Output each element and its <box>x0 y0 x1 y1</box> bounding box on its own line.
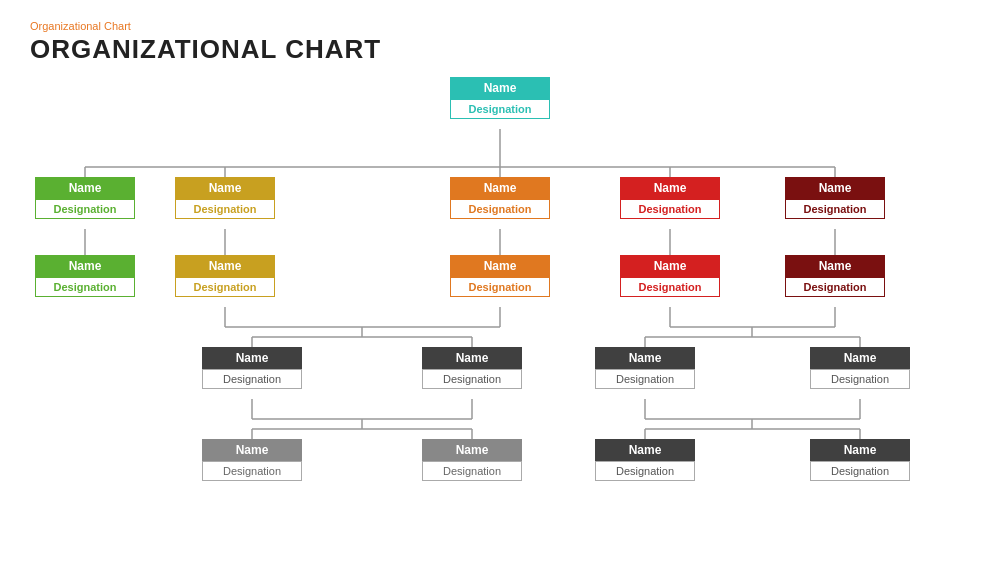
node-l3-dg3: Name Designation <box>595 347 695 389</box>
page-subtitle: Organizational Chart <box>30 20 970 32</box>
node-l1-green: Name Designation <box>35 177 135 219</box>
node-l2-orange-desig: Designation <box>450 277 550 297</box>
node-l4-lg4: Name Designation <box>810 439 910 481</box>
node-l4-lg1-name: Name <box>202 439 302 461</box>
node-l1-gold-desig: Designation <box>175 199 275 219</box>
node-l3-dg2: Name Designation <box>422 347 522 389</box>
node-l1-gold-name: Name <box>175 177 275 199</box>
node-l3-dg4-name: Name <box>810 347 910 369</box>
node-l3-dg1-name: Name <box>202 347 302 369</box>
node-l3-dg2-desig: Designation <box>422 369 522 389</box>
node-l2-gold: Name Designation <box>175 255 275 297</box>
page: Organizational Chart ORGANIZATIONAL CHAR… <box>0 0 1000 563</box>
node-l2-darkred: Name Designation <box>785 255 885 297</box>
node-l4-lg1: Name Designation <box>202 439 302 481</box>
node-l1-green-desig: Designation <box>35 199 135 219</box>
node-l1-orange-desig: Designation <box>450 199 550 219</box>
node-l1-red: Name Designation <box>620 177 720 219</box>
node-l4-lg2: Name Designation <box>422 439 522 481</box>
node-l3-dg2-name: Name <box>422 347 522 369</box>
org-chart: Name Designation Name Designation Name D… <box>30 77 970 537</box>
node-l3-dg3-name: Name <box>595 347 695 369</box>
node-l1-orange: Name Designation <box>450 177 550 219</box>
node-l4-lg4-desig: Designation <box>810 461 910 481</box>
node-l4-lg2-name: Name <box>422 439 522 461</box>
node-l1-red-desig: Designation <box>620 199 720 219</box>
node-l2-red-desig: Designation <box>620 277 720 297</box>
node-l1-green-name: Name <box>35 177 135 199</box>
node-l3-dg4-desig: Designation <box>810 369 910 389</box>
node-l2-green-desig: Designation <box>35 277 135 297</box>
node-l2-gold-desig: Designation <box>175 277 275 297</box>
node-l2-green: Name Designation <box>35 255 135 297</box>
node-l2-darkred-name: Name <box>785 255 885 277</box>
node-l2-red-name: Name <box>620 255 720 277</box>
node-root: Name Designation <box>450 77 550 119</box>
node-l2-red: Name Designation <box>620 255 720 297</box>
node-l2-darkred-desig: Designation <box>785 277 885 297</box>
node-root-designation: Designation <box>450 99 550 119</box>
node-l4-lg4-name: Name <box>810 439 910 461</box>
node-l4-lg3-desig: Designation <box>595 461 695 481</box>
node-l4-lg1-desig: Designation <box>202 461 302 481</box>
node-l2-orange-name: Name <box>450 255 550 277</box>
node-l2-green-name: Name <box>35 255 135 277</box>
node-l1-darkred-desig: Designation <box>785 199 885 219</box>
node-l3-dg1-desig: Designation <box>202 369 302 389</box>
node-l1-darkred: Name Designation <box>785 177 885 219</box>
node-l1-red-name: Name <box>620 177 720 199</box>
node-l3-dg1: Name Designation <box>202 347 302 389</box>
node-l1-orange-name: Name <box>450 177 550 199</box>
node-l2-orange: Name Designation <box>450 255 550 297</box>
node-l3-dg3-desig: Designation <box>595 369 695 389</box>
node-l2-gold-name: Name <box>175 255 275 277</box>
node-l4-lg3: Name Designation <box>595 439 695 481</box>
node-l1-darkred-name: Name <box>785 177 885 199</box>
node-l3-dg4: Name Designation <box>810 347 910 389</box>
node-l4-lg3-name: Name <box>595 439 695 461</box>
node-l4-lg2-desig: Designation <box>422 461 522 481</box>
node-l1-gold: Name Designation <box>175 177 275 219</box>
node-root-name: Name <box>450 77 550 99</box>
page-title: ORGANIZATIONAL CHART <box>30 34 970 65</box>
